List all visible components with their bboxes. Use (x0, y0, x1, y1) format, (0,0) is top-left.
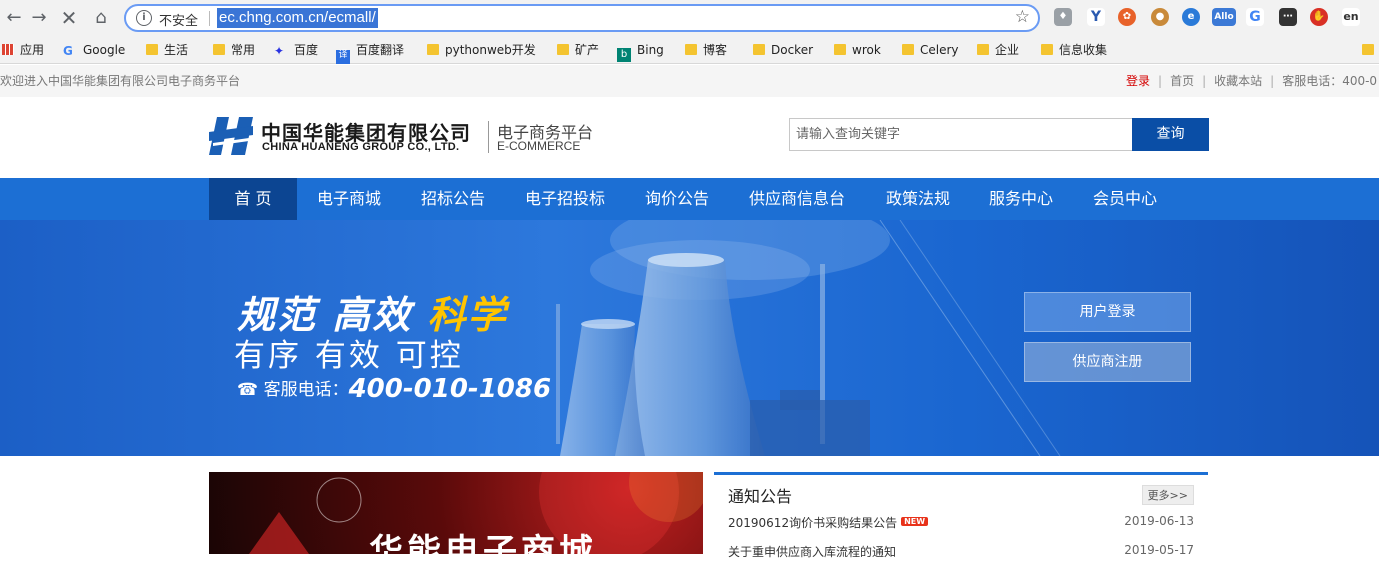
divider (488, 121, 489, 153)
back-icon[interactable]: ← (2, 6, 26, 30)
bing-icon: b (617, 48, 631, 62)
huaneng-logo-icon[interactable] (209, 117, 253, 155)
folder-icon (753, 44, 765, 55)
bookmark-folder[interactable]: Celery (902, 41, 959, 59)
translate-icon: 译 (336, 50, 350, 64)
folder-icon (902, 44, 914, 55)
stop-extension-icon[interactable]: ✋ (1310, 8, 1328, 26)
bookmark-google[interactable]: G Google (63, 41, 125, 59)
browser-toolbar: ← → ✕ ⌂ i 不安全 ec.chng.com.cn/ecmall/ ☆ ♦… (0, 0, 1379, 36)
main-nav: 首 页 电子商城 招标公告 电子招投标 询价公告 供应商信息台 政策法规 服务中… (0, 178, 1379, 220)
divider (209, 11, 210, 26)
translate-extension-icon[interactable]: en (1342, 8, 1360, 26)
power-plant-illustration (556, 220, 1061, 456)
bookmark-translate[interactable]: 译百度翻译 (336, 41, 404, 64)
notice-item-date: 2019-06-13 (1124, 514, 1194, 528)
insecure-label: 不安全 (159, 14, 199, 29)
bookmark-folder[interactable]: 信息收集 (1041, 41, 1107, 59)
home-link[interactable]: 首页 (1170, 74, 1194, 88)
folder-icon (1041, 44, 1053, 55)
wheel-extension-icon[interactable]: ✿ (1118, 8, 1136, 26)
login-link[interactable]: 登录 (1126, 74, 1150, 88)
folder-icon (213, 44, 225, 55)
shield-extension-icon[interactable]: ♦ (1054, 8, 1072, 26)
hotline-text: 客服电话：400-0 (1282, 74, 1378, 88)
user-login-button[interactable]: 用户登录 (1024, 292, 1191, 332)
bookmark-folder[interactable]: 生活 (146, 41, 188, 59)
url-text[interactable]: ec.chng.com.cn/ecmall/ (217, 8, 378, 28)
hero-banner: 规范 高效 科学 有序 有效 可控 ☎ 客服电话：400-010-1086 用户… (0, 220, 1379, 456)
forward-icon[interactable]: → (27, 6, 51, 30)
bookmark-folder[interactable]: 企业 (977, 41, 1019, 59)
notice-item-title: 关于重申供应商入库流程的通知 (728, 545, 897, 559)
more-link[interactable]: 更多>> (1141, 485, 1194, 505)
search-button[interactable]: 查询 (1132, 118, 1209, 151)
bookmark-folder[interactable]: 矿产 (557, 41, 599, 59)
bookmark-folder[interactable]: Docker (753, 41, 813, 59)
folder-icon (977, 44, 989, 55)
nav-member-center[interactable]: 会员中心 (1077, 178, 1173, 220)
address-bar[interactable]: i 不安全 ec.chng.com.cn/ecmall/ ☆ (124, 4, 1040, 32)
new-badge: NEW (901, 517, 929, 526)
google-icon: G (63, 44, 73, 58)
folder-icon (834, 44, 846, 55)
bookmark-star-icon[interactable]: ☆ (1015, 7, 1030, 27)
dots-extension-icon[interactable]: ⋯ (1279, 8, 1297, 26)
home-icon[interactable]: ⌂ (89, 6, 113, 30)
bookmark-folder[interactable]: pythonweb开发 (427, 41, 536, 59)
nav-tender-notice[interactable]: 招标公告 (405, 178, 501, 220)
site-header: 中国华能集团有限公司 CHINA HUANENG GROUP CO., LTD.… (0, 97, 1379, 178)
cookie-extension-icon[interactable]: ● (1151, 8, 1169, 26)
notice-title: 通知公告 (728, 487, 793, 506)
nav-inquiry-notice[interactable]: 询价公告 (629, 178, 725, 220)
nav-service-center[interactable]: 服务中心 (973, 178, 1069, 220)
folder-icon (427, 44, 439, 55)
notice-item-title: 20190612询价书采购结果公告 (728, 516, 898, 530)
nav-home[interactable]: 首 页 (209, 178, 297, 220)
promo-title: 华能电子商城 (369, 532, 597, 554)
folder-icon (1362, 44, 1374, 55)
bookmark-bing[interactable]: b Bing (617, 41, 664, 62)
bookmark-apps[interactable]: 应用 (2, 41, 44, 59)
notice-item-date: 2019-05-17 (1124, 543, 1194, 557)
notice-panel: 通知公告 更多>> 20190612询价书采购结果公告 NEW 2019-06-1… (714, 472, 1208, 559)
nav-e-bidding[interactable]: 电子招投标 (511, 178, 619, 220)
stop-icon[interactable]: ✕ (57, 6, 81, 30)
folder-icon (685, 44, 697, 55)
welcome-text: 欢迎进入中国华能集团有限公司电子商务平台 (0, 74, 241, 88)
phone-icon: ☎ (237, 380, 259, 400)
banner-hotline: ☎ 客服电话：400-010-1086 (237, 374, 552, 404)
y-extension-icon[interactable]: Y (1087, 8, 1105, 26)
folder-icon (146, 44, 158, 55)
banner-subslogan: 有序 有效 可控 (234, 338, 464, 374)
bookmarks-bar: 应用 G Google 生活 常用 ✦ 百度 译百度翻译 pythonweb开发 矿… (0, 36, 1379, 64)
bookmark-overflow[interactable] (1362, 41, 1379, 59)
platform-subtitle: E-COMMERCE (497, 139, 581, 153)
ie-extension-icon[interactable]: e (1182, 8, 1200, 26)
folder-icon (557, 44, 569, 55)
bookmark-folder[interactable]: wrok (834, 41, 881, 59)
supplier-register-button[interactable]: 供应商注册 (1024, 342, 1191, 382)
apps-icon (2, 44, 14, 55)
emall-promo-banner[interactable]: 华能电子商城 (209, 472, 703, 554)
list-item[interactable]: 关于重申供应商入库流程的通知 2019-05-17 (728, 543, 1194, 561)
nav-policy[interactable]: 政策法规 (870, 178, 966, 220)
nav-supplier-info[interactable]: 供应商信息台 (736, 178, 858, 220)
bookmark-folder[interactable]: 博客 (685, 41, 727, 59)
bookmark-baidu[interactable]: ✦ 百度 (274, 41, 318, 59)
site-topbar: 欢迎进入中国华能集团有限公司电子商务平台 登录 | 首页 | 收藏本站 | 客服电话：400… (0, 65, 1379, 97)
allo-extension-icon[interactable]: Allo (1212, 8, 1236, 26)
google-extension-icon[interactable]: G (1246, 8, 1264, 26)
bookmark-folder[interactable]: 常用 (213, 41, 255, 59)
favorite-link[interactable]: 收藏本站 (1214, 74, 1262, 88)
logo-english-name: CHINA HUANENG GROUP CO., LTD. (262, 141, 460, 153)
nav-emall[interactable]: 电子商城 (300, 178, 398, 220)
baidu-icon: ✦ (274, 44, 285, 58)
search-input[interactable]: 请输入查询关键字 (789, 118, 1133, 151)
info-icon[interactable]: i (136, 10, 152, 26)
list-item[interactable]: 20190612询价书采购结果公告 NEW 2019-06-13 (728, 514, 1194, 532)
